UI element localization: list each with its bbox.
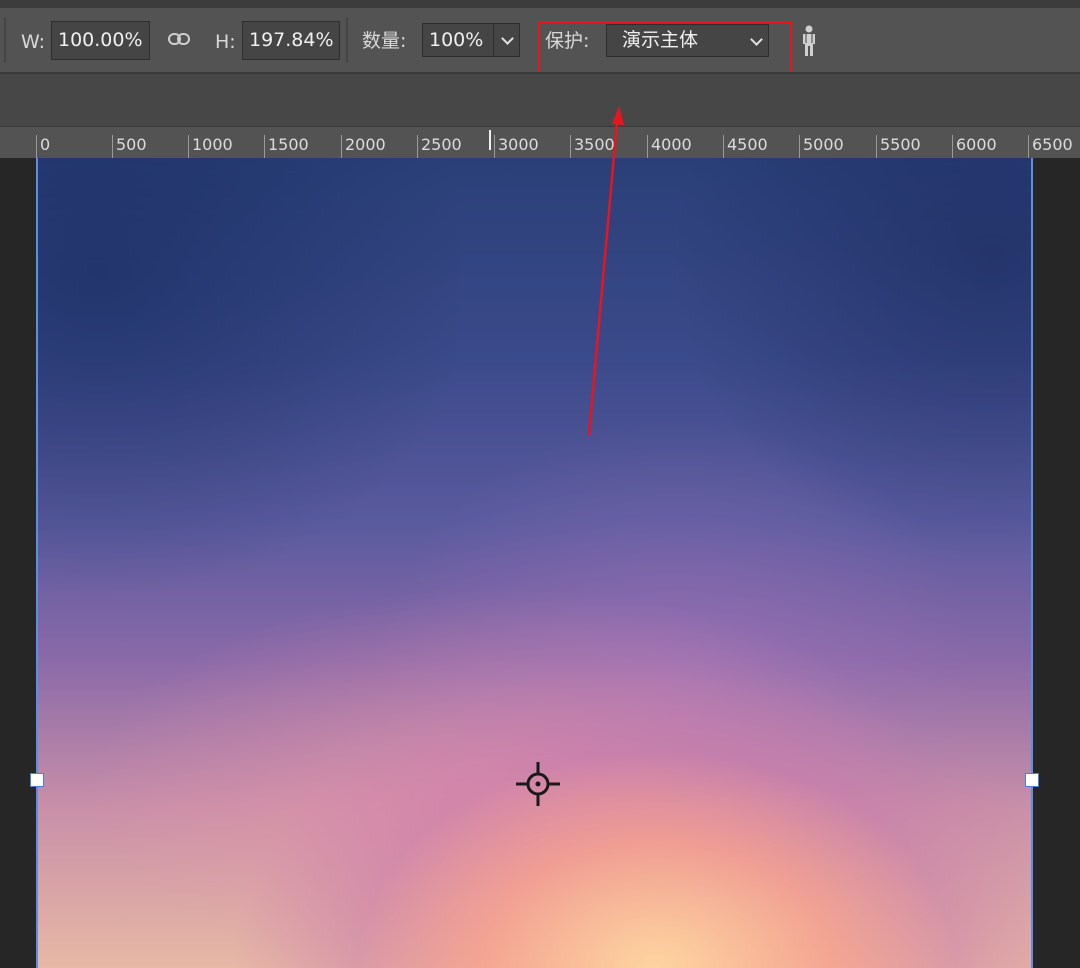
red-annotation-arrow-icon (587, 106, 624, 436)
